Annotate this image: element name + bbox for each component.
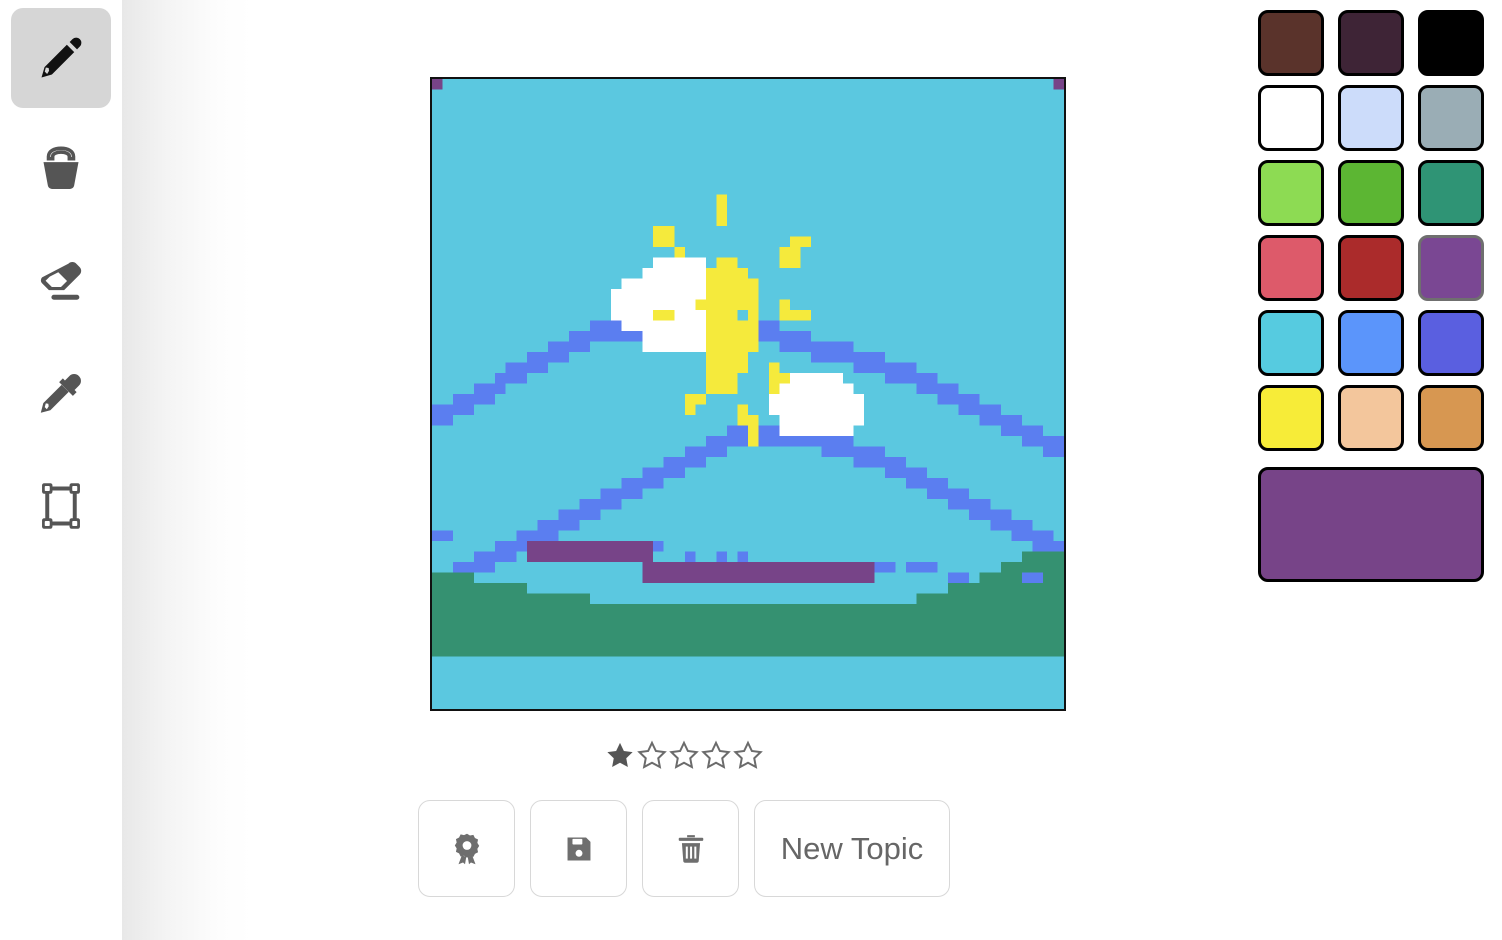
star-empty[interactable] xyxy=(637,740,667,770)
new-topic-button[interactable]: New Topic xyxy=(754,800,950,897)
swatch-yellow[interactable] xyxy=(1258,385,1324,451)
swatch-pale-blue[interactable] xyxy=(1338,85,1404,151)
swatch-tan-orange[interactable] xyxy=(1418,385,1484,451)
select-icon xyxy=(36,481,86,531)
color-palette-panel xyxy=(1246,0,1502,940)
save-button[interactable] xyxy=(530,800,627,897)
swatch-dark-red[interactable] xyxy=(1338,235,1404,301)
star-rating[interactable] xyxy=(122,740,1246,770)
award-button[interactable] xyxy=(418,800,515,897)
tool-eraser[interactable] xyxy=(11,232,111,332)
swatch-light-red[interactable] xyxy=(1258,235,1324,301)
swatch-light-green[interactable] xyxy=(1258,160,1324,226)
tool-select[interactable] xyxy=(11,456,111,556)
star-empty[interactable] xyxy=(733,740,763,770)
main-area: New Topic xyxy=(122,0,1246,940)
canvas-frame xyxy=(430,77,1066,711)
bucket-icon xyxy=(36,145,86,195)
new-topic-label: New Topic xyxy=(780,830,924,866)
swatch-indigo-blue[interactable] xyxy=(1418,310,1484,376)
eraser-icon xyxy=(36,257,86,307)
swatch-peach[interactable] xyxy=(1338,385,1404,451)
swatch-cyan[interactable] xyxy=(1258,310,1324,376)
current-color-swatch[interactable] xyxy=(1258,467,1484,582)
tool-eyedropper[interactable] xyxy=(11,344,111,444)
pixel-art-canvas[interactable] xyxy=(432,79,1064,709)
swatch-white[interactable] xyxy=(1258,85,1324,151)
star-empty[interactable] xyxy=(701,740,731,770)
swatch-dark-brown[interactable] xyxy=(1258,10,1324,76)
swatch-light-blue[interactable] xyxy=(1338,310,1404,376)
swatch-green[interactable] xyxy=(1338,160,1404,226)
swatch-slate-grey[interactable] xyxy=(1418,85,1484,151)
action-button-row: New Topic xyxy=(122,800,1246,897)
drawing-toolbar xyxy=(0,0,122,940)
swatch-teal-green[interactable] xyxy=(1418,160,1484,226)
award-icon xyxy=(450,832,484,866)
pencil-icon xyxy=(35,32,87,84)
pixel-art-app: New Topic xyxy=(0,0,1502,940)
swatch-dark-plum[interactable] xyxy=(1338,10,1404,76)
save-icon xyxy=(563,833,595,865)
swatch-grid xyxy=(1258,10,1484,451)
delete-button[interactable] xyxy=(642,800,739,897)
star-empty[interactable] xyxy=(669,740,699,770)
eyedropper-icon xyxy=(36,369,86,419)
tool-pencil[interactable] xyxy=(11,8,111,108)
swatch-black[interactable] xyxy=(1418,10,1484,76)
trash-icon xyxy=(675,833,707,865)
tool-fill[interactable] xyxy=(11,120,111,220)
star-filled[interactable] xyxy=(605,740,635,770)
swatch-purple[interactable] xyxy=(1418,235,1484,301)
